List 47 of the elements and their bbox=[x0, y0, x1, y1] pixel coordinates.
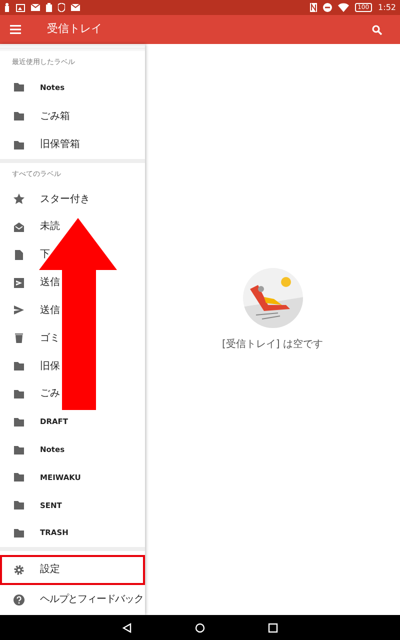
mail-icon bbox=[31, 4, 40, 11]
menu-icon[interactable] bbox=[10, 25, 21, 34]
search-icon[interactable] bbox=[372, 24, 382, 34]
folder-icon bbox=[13, 499, 25, 512]
battery-icon bbox=[46, 3, 52, 12]
folder-icon bbox=[13, 360, 25, 372]
recents-icon[interactable] bbox=[268, 622, 278, 632]
wifi-icon bbox=[338, 3, 349, 12]
shield-icon bbox=[58, 3, 65, 12]
folder-icon bbox=[13, 471, 25, 484]
image-icon bbox=[16, 4, 25, 12]
person-icon bbox=[4, 3, 10, 12]
folder-icon bbox=[13, 138, 25, 151]
open-envelope-icon bbox=[13, 220, 25, 233]
send-box-icon bbox=[13, 276, 25, 289]
home-icon[interactable] bbox=[194, 622, 205, 632]
toolbar-title: 受信トレイ bbox=[47, 21, 102, 38]
drawer-item-label[interactable]: 未読 bbox=[40, 219, 60, 234]
drawer-item-label[interactable]: 旧保管箱 bbox=[40, 137, 80, 152]
drawer-item-label[interactable]: ゴミ bbox=[40, 330, 60, 346]
folder-icon bbox=[13, 110, 25, 122]
folder-icon bbox=[13, 388, 25, 400]
drawer-item-label[interactable]: 旧保 bbox=[40, 358, 60, 374]
drawer-item-label[interactable]: ごみ bbox=[40, 386, 60, 402]
folder-icon bbox=[13, 444, 25, 456]
clock: 1:52 bbox=[378, 2, 396, 14]
drawer-item[interactable]: 設定 bbox=[0, 554, 145, 585]
trash-icon bbox=[13, 332, 25, 344]
star-icon bbox=[13, 193, 25, 206]
do-not-disturb-icon bbox=[322, 3, 332, 12]
document-icon bbox=[13, 248, 25, 261]
drawer-item-label[interactable]: 送信 bbox=[40, 275, 60, 290]
mail-icon bbox=[71, 4, 80, 11]
drawer-item[interactable]: ヘルプとフィードバック bbox=[0, 584, 145, 615]
nfc-icon bbox=[310, 3, 317, 12]
folder-icon bbox=[13, 81, 25, 94]
empty-state-message: [受信トレイ] は空です bbox=[222, 338, 323, 352]
drawer-item-label[interactable]: 送信 bbox=[40, 302, 60, 318]
drawer-item-label[interactable]: ごみ箱 bbox=[40, 108, 70, 124]
drawer-item-label[interactable]: 下 bbox=[40, 247, 50, 262]
back-icon[interactable] bbox=[122, 622, 132, 632]
send-icon bbox=[13, 304, 25, 316]
settings-icon bbox=[13, 564, 25, 576]
drawer-item-label[interactable]: スター付き bbox=[40, 192, 90, 207]
folder-icon bbox=[13, 527, 25, 539]
folder-icon bbox=[13, 416, 25, 428]
help-icon bbox=[13, 594, 25, 606]
